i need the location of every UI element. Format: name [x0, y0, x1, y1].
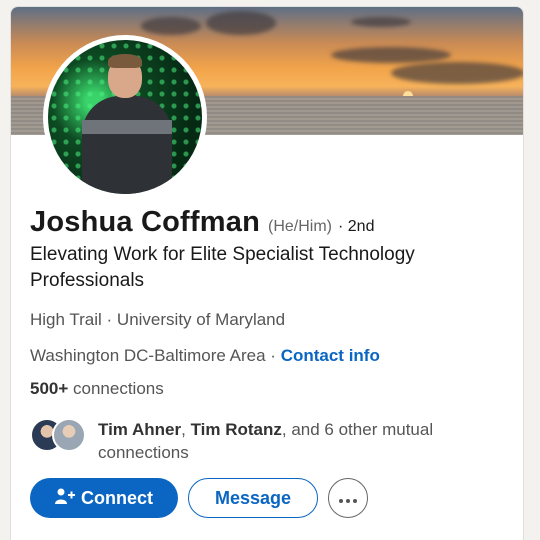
experience-education-row: High Trail · University of Maryland [30, 310, 285, 330]
add-person-icon [55, 487, 75, 510]
comma-separator: , [181, 420, 191, 439]
mutual-avatars[interactable] [30, 418, 90, 454]
name-row: Joshua Coffman (He/Him) · 2nd [30, 206, 374, 242]
connect-button[interactable]: Connect [30, 478, 178, 518]
location-row: Washington DC-Baltimore Area · Contact i… [30, 346, 380, 366]
more-horizontal-icon [339, 491, 357, 506]
mutual-name-2: Tim Rotanz [190, 420, 282, 439]
current-company[interactable]: High Trail [30, 310, 102, 329]
profile-location: Washington DC-Baltimore Area [30, 346, 266, 365]
education-school[interactable]: University of Maryland [117, 310, 285, 329]
profile-name: Joshua Coffman [30, 206, 260, 238]
connect-label: Connect [81, 487, 153, 508]
connections-label: connections [68, 379, 164, 398]
message-button[interactable]: Message [188, 478, 318, 518]
connections-number: 500+ [30, 379, 69, 398]
separator-dot: · [265, 346, 281, 365]
contact-info-link[interactable]: Contact info [281, 346, 380, 365]
mutual-name-1: Tim Ahner [98, 420, 182, 439]
message-label: Message [214, 487, 292, 508]
profile-headline: Elevating Work for Elite Specialist Tech… [30, 244, 415, 291]
connection-degree: · 2nd [338, 218, 375, 235]
profile-pronouns: (He/Him) [268, 218, 332, 235]
separator-dot: · [101, 310, 117, 329]
profile-avatar[interactable] [43, 35, 207, 199]
connections-count[interactable]: 500+ connections [30, 379, 164, 399]
more-actions-button[interactable] [328, 478, 368, 518]
mutual-connections-text[interactable]: Tim Ahner, Tim Rotanz, and 6 other mutua… [98, 418, 498, 464]
avatar [52, 418, 86, 452]
